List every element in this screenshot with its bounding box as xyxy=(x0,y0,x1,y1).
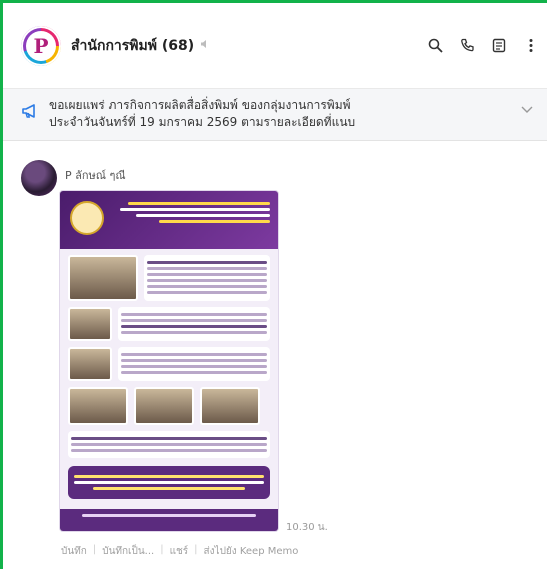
separator: | xyxy=(160,544,164,555)
notes-icon[interactable] xyxy=(491,37,507,53)
sender-avatar[interactable] xyxy=(21,160,57,196)
action-save-as[interactable]: บันทึกเป็น... xyxy=(102,544,154,559)
poster-row-5 xyxy=(60,425,278,458)
message-timestamp: 10.30 น. xyxy=(286,522,328,533)
poster-textbox xyxy=(68,431,270,458)
group-avatar-letter: P xyxy=(26,30,56,61)
poster-photo xyxy=(68,387,128,425)
poster-photo xyxy=(68,255,138,301)
poster-row-1 xyxy=(60,249,278,301)
app-window: P สำนักการพิมพ์ (68) ขอเผยแพร่ ภารกิจการ… xyxy=(0,0,547,572)
announcement-bar[interactable]: ขอเผยแพร่ ภารกิจการผลิตสื่อสิ่งพิมพ์ ของ… xyxy=(3,89,547,141)
header-actions xyxy=(427,37,539,53)
more-vertical-icon[interactable] xyxy=(523,37,539,53)
poster-heading xyxy=(112,199,270,226)
separator: | xyxy=(92,544,97,555)
announcement-line-1: ขอเผยแพร่ ภารกิจการผลิตสื่อสิ่งพิมพ์ ของ… xyxy=(49,98,351,112)
poster-photo xyxy=(68,307,112,341)
poster-textbox xyxy=(118,347,270,381)
action-share[interactable]: แชร์ xyxy=(170,544,189,559)
action-save[interactable]: บันทึก xyxy=(61,544,87,559)
poster-textbox xyxy=(118,307,270,341)
action-keep-memo[interactable]: ส่งไปยัง Keep Memo xyxy=(204,544,299,559)
message-image[interactable] xyxy=(59,190,279,532)
group-avatar[interactable]: P xyxy=(21,25,61,66)
chevron-down-icon[interactable] xyxy=(521,103,533,117)
group-title[interactable]: สำนักการพิมพ์ (68) xyxy=(71,35,194,57)
search-icon[interactable] xyxy=(427,37,443,53)
poster-photo xyxy=(200,387,260,425)
mute-icon xyxy=(200,39,210,52)
announcement-text: ขอเผยแพร่ ภารกิจการผลิตสื่อสิ่งพิมพ์ ของ… xyxy=(49,97,355,131)
poster-photo xyxy=(134,387,194,425)
poster-quote xyxy=(68,466,270,499)
separator: | xyxy=(194,544,198,555)
phone-icon[interactable] xyxy=(459,37,475,53)
poster-banner xyxy=(60,191,278,249)
poster-row-4 xyxy=(60,381,278,425)
poster-row-3 xyxy=(60,341,278,381)
poster-footer xyxy=(60,509,278,531)
megaphone-icon xyxy=(21,102,39,120)
sender-name[interactable]: P ลักษณ์ ๆณี xyxy=(65,166,126,184)
poster-row-2 xyxy=(60,301,278,341)
message-list: P ลักษณ์ ๆณี 10.30 น. บันทึก | บันทึกเป็… xyxy=(3,142,547,572)
poster-photo xyxy=(68,347,112,381)
announcement-line-2: ประจำวันจันทร์ที่ 19 มกราคม 2569 ตามรายล… xyxy=(49,115,356,129)
chat-header: P สำนักการพิมพ์ (68) xyxy=(3,3,547,89)
poster-textbox xyxy=(144,255,270,301)
message-actions: บันทึก | บันทึกเป็น... | แชร์ | ส่งไปยัง… xyxy=(61,544,298,559)
poster-logo xyxy=(70,201,104,235)
